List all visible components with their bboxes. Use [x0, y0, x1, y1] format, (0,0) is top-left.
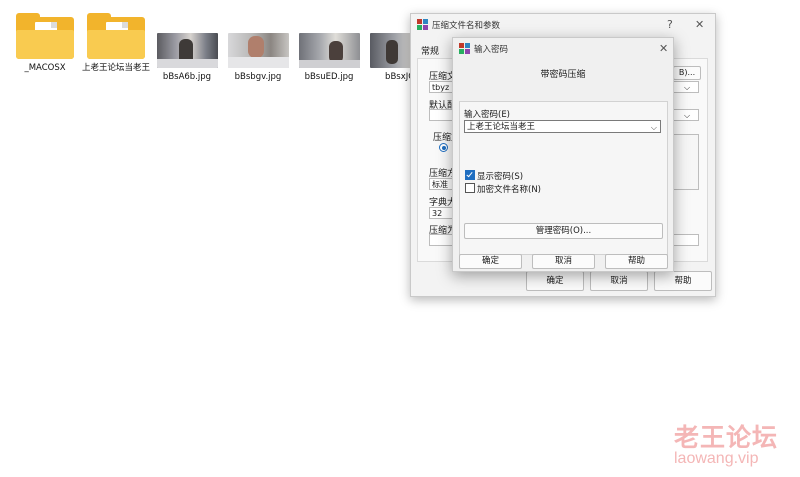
split-volumes-unit[interactable]: [673, 234, 699, 246]
options-panel: [673, 134, 699, 190]
chevron-down-icon: ⌵: [683, 83, 691, 92]
show-password-label: 显示密码(S): [477, 172, 524, 182]
ok-button[interactable]: 确定: [459, 254, 522, 269]
archive-name-dropdown[interactable]: ⌵: [673, 81, 699, 93]
ok-button[interactable]: 确定: [526, 271, 584, 291]
close-icon[interactable]: ✕: [695, 18, 704, 31]
winrar-app-icon: [417, 19, 428, 30]
password-value: 上老王论坛当老王: [467, 122, 536, 132]
watermark-url: laowang.vip: [674, 450, 759, 467]
dialog-title: 压缩文件名和参数: [432, 21, 501, 31]
file-label: bBsbgv.jpg: [234, 72, 282, 82]
image-file-item[interactable]: bBsA6b.jpg: [152, 10, 222, 83]
show-password-checkbox[interactable]: 显示密码(S): [465, 170, 523, 182]
dialog-titlebar[interactable]: 输入密码 ✕: [453, 38, 673, 60]
chevron-down-icon[interactable]: ⌵: [651, 121, 657, 134]
checkbox-checked-icon: [465, 170, 475, 180]
checkbox-unchecked-icon: [465, 183, 475, 193]
encrypt-filenames-label: 加密文件名称(N): [477, 185, 541, 195]
dialog-titlebar[interactable]: 压缩文件名和参数 ? ✕: [411, 14, 715, 36]
password-dialog: 输入密码 ✕ 带密码压缩 输入密码(E) 上老王论坛当老王 ⌵ 显示密码(S) …: [452, 37, 674, 272]
help-button[interactable]: 帮助: [654, 271, 712, 291]
help-icon[interactable]: ?: [667, 18, 673, 31]
folder-item[interactable]: _MACOSX: [10, 10, 80, 74]
folder-icon: [87, 13, 145, 59]
format-radio[interactable]: [439, 143, 448, 152]
help-button[interactable]: 帮助: [605, 254, 668, 269]
image-file-item[interactable]: bBsbgv.jpg: [223, 10, 293, 83]
folder-icon: [16, 13, 74, 59]
dialog-heading: 带密码压缩: [540, 70, 586, 80]
tab-general[interactable]: 常规: [421, 44, 439, 57]
image-thumbnail: [227, 33, 289, 68]
folder-item[interactable]: 上老王论坛当老王: [81, 10, 151, 74]
cancel-button[interactable]: 取消: [590, 271, 648, 291]
manage-passwords-button[interactable]: 管理密码(O)...: [464, 223, 663, 239]
close-icon[interactable]: ✕: [659, 42, 668, 55]
browse-button[interactable]: B)...: [673, 66, 701, 80]
file-label: 上老王论坛当老王: [81, 63, 150, 73]
password-input[interactable]: 上老王论坛当老王 ⌵: [464, 120, 661, 133]
profile-dropdown[interactable]: ⌵: [673, 109, 699, 121]
password-label: 输入密码(E): [464, 110, 511, 120]
chevron-down-icon: ⌵: [683, 111, 691, 120]
file-label: _MACOSX: [24, 63, 66, 73]
file-label: bBsuED.jpg: [304, 72, 354, 82]
winrar-app-icon: [459, 43, 470, 54]
watermark-logo-text: 老王论坛: [674, 423, 779, 452]
cancel-button[interactable]: 取消: [532, 254, 595, 269]
image-thumbnail: [298, 33, 360, 68]
image-thumbnail: [156, 33, 218, 68]
image-file-item[interactable]: bBsuED.jpg: [294, 10, 364, 83]
encrypt-filenames-checkbox[interactable]: 加密文件名称(N): [465, 183, 541, 195]
file-label: bBsA6b.jpg: [162, 72, 212, 82]
dialog-title: 输入密码: [474, 45, 509, 55]
